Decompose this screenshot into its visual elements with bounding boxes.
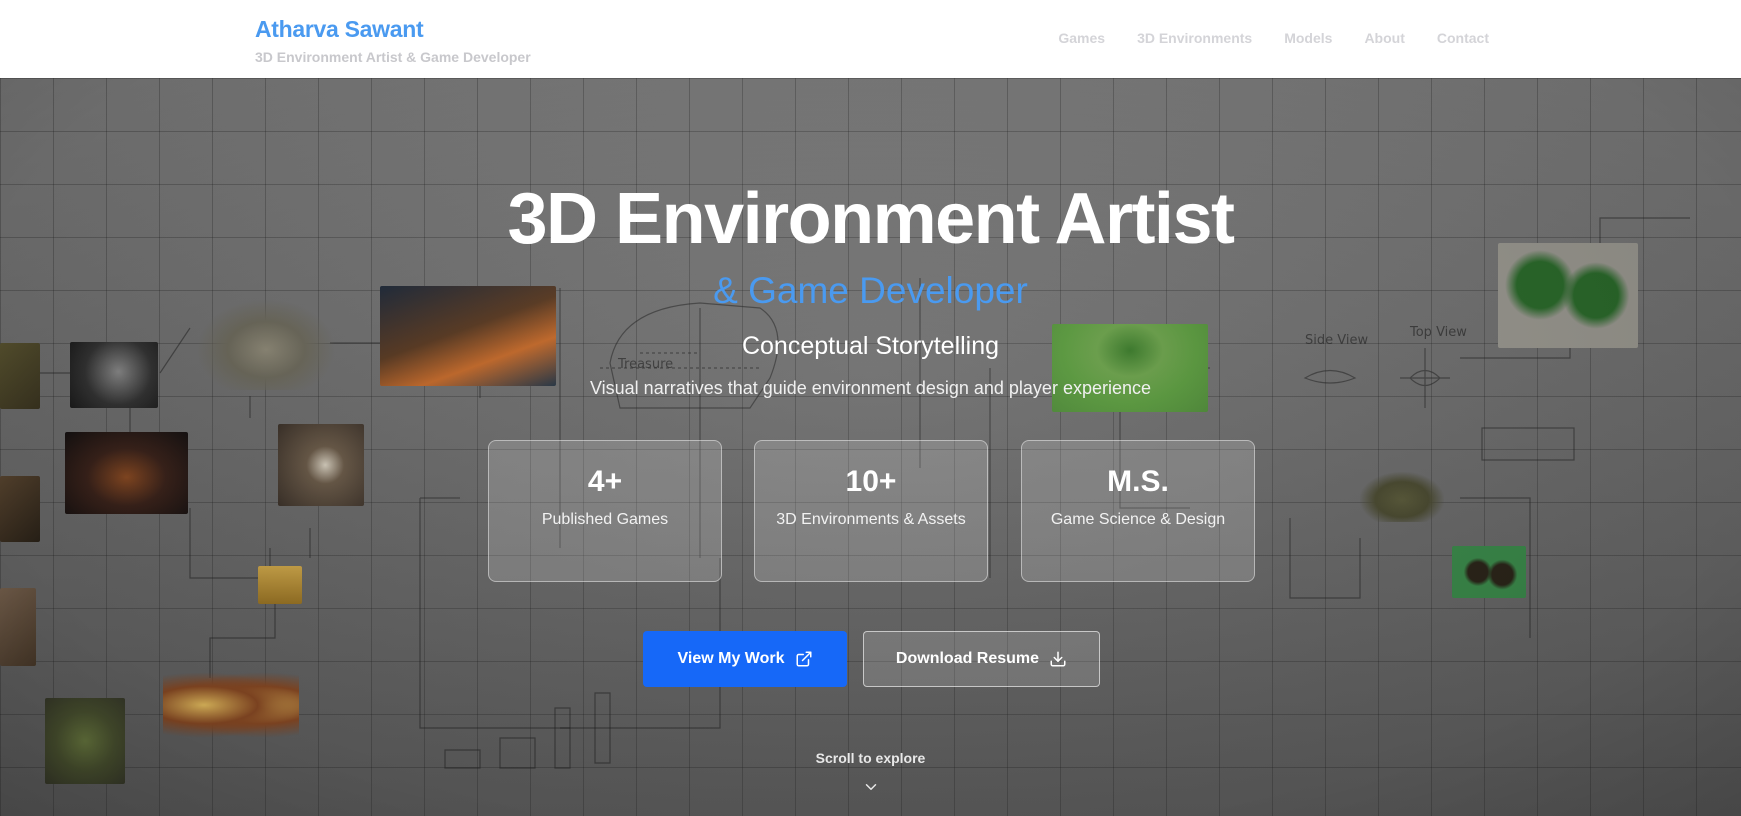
- stat-label: Game Science & Design: [1050, 511, 1226, 528]
- external-link-icon: [796, 651, 811, 667]
- stat-value: 10+: [845, 465, 897, 498]
- stat-label: 3D Environments & Assets: [776, 511, 966, 528]
- stat-card-games: 4+ Published Games: [488, 440, 722, 582]
- main-nav: Games 3D Environments Models About Conta…: [1058, 30, 1489, 46]
- site-header: Atharva Sawant 3D Environment Artist & G…: [0, 0, 1741, 78]
- brand-name[interactable]: Atharva Sawant: [255, 16, 531, 43]
- nav-models[interactable]: Models: [1284, 30, 1332, 46]
- download-resume-button[interactable]: Download Resume: [863, 631, 1100, 687]
- hero-section: Treasure Side View Top View 3D Environme…: [0, 78, 1741, 816]
- stat-card-degree: M.S. Game Science & Design: [1021, 440, 1255, 582]
- stat-value: M.S.: [1107, 465, 1169, 498]
- stat-value: 4+: [587, 465, 623, 498]
- brand[interactable]: Atharva Sawant 3D Environment Artist & G…: [255, 16, 531, 65]
- nav-about[interactable]: About: [1364, 30, 1404, 46]
- stats-row: 4+ Published Games 10+ 3D Environments &…: [488, 440, 1256, 582]
- stat-card-environments: 10+ 3D Environments & Assets: [754, 440, 988, 582]
- scroll-hint[interactable]: Scroll to explore: [0, 750, 1741, 766]
- chevron-down-icon[interactable]: [862, 778, 880, 796]
- hero-subtitle: & Game Developer: [713, 270, 1028, 311]
- hero-tagline: Conceptual Storytelling: [741, 332, 1000, 360]
- stat-label: Published Games: [541, 511, 669, 528]
- nav-3d-environments[interactable]: 3D Environments: [1137, 30, 1252, 46]
- hero-title: 3D Environment Artist: [507, 179, 1235, 259]
- view-my-work-label: View My Work: [677, 650, 785, 667]
- hero-description: Visual narratives that guide environment…: [589, 378, 1151, 398]
- view-my-work-button[interactable]: View My Work: [643, 631, 847, 687]
- brand-subtitle: 3D Environment Artist & Game Developer: [255, 49, 531, 65]
- nav-contact[interactable]: Contact: [1437, 30, 1489, 46]
- download-resume-label: Download Resume: [895, 650, 1040, 667]
- download-icon: [1050, 651, 1066, 667]
- nav-games[interactable]: Games: [1058, 30, 1105, 46]
